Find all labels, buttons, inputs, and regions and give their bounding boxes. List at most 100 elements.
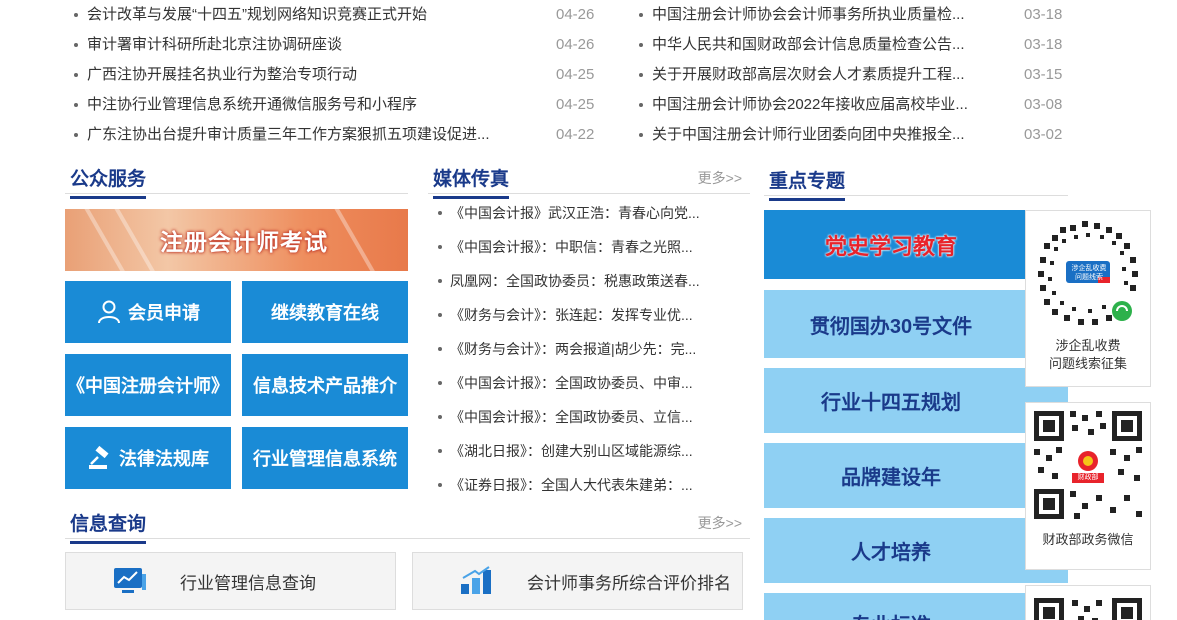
news-item[interactable]: 会计改革与发展“十四五”规划网络知识竞赛正式开始 04-26 — [70, 0, 610, 30]
bullet — [438, 347, 442, 351]
topic-label: 品牌建设年 — [841, 467, 941, 489]
user-icon — [96, 299, 122, 325]
topic-14th-plan[interactable]: 行业十四五规划 — [764, 368, 1068, 433]
top-news-right: 中国注册会计师协会会计师事务所执业质量检... 03-18 中华人民共和国财政部会… — [635, 0, 1075, 150]
media-title[interactable]: 《财务与会计》：两会报道|胡少先：完... — [450, 332, 696, 366]
banner-stripe — [332, 209, 382, 271]
section-title: 信息查询 — [70, 509, 147, 544]
member-application-button[interactable]: 会员申请 — [65, 281, 231, 343]
section-title: 公众服务 — [70, 164, 147, 199]
qr-caption: 涉企乱收费 问题线索征集 — [1026, 337, 1150, 373]
news-item[interactable]: 中国注册会计师协会2022年接收应届高校毕业... 03-08 — [635, 90, 1075, 120]
bullet — [639, 73, 643, 77]
cpa-exam-banner[interactable]: 注册会计师考试 — [65, 209, 408, 271]
news-title[interactable]: 中国注册会计师协会会计师事务所执业质量检... — [652, 0, 1012, 30]
info-query-header: 信息查询 更多>> — [65, 507, 750, 544]
qr-caption-line: 问题线索征集 — [1048, 356, 1127, 371]
gavel-icon — [87, 445, 113, 471]
news-item[interactable]: 中注协行业管理信息系统开通微信服务号和小程序 04-25 — [70, 90, 610, 120]
news-title[interactable]: 中注协行业管理信息系统开通微信服务号和小程序 — [87, 90, 537, 120]
bullet — [74, 13, 78, 17]
media-header: 媒体传真 更多>> — [428, 162, 750, 199]
industry-info-query-button[interactable]: 行业管理信息查询 — [65, 552, 396, 610]
news-item[interactable]: 中华人民共和国财政部会计信息质量检查公告... 03-18 — [635, 30, 1075, 60]
news-title[interactable]: 中华人民共和国财政部会计信息质量检查公告... — [652, 30, 1012, 60]
bullet — [639, 103, 643, 107]
media-title[interactable]: 《中国会计报》：全国政协委员、立信... — [450, 400, 693, 434]
bullet — [74, 103, 78, 107]
firm-ranking-button[interactable]: 会计师事务所综合评价排名 — [412, 552, 743, 610]
topics-header: 重点专题 — [764, 164, 1068, 201]
news-date: 03-08 — [1024, 96, 1063, 113]
news-date: 04-25 — [556, 96, 595, 113]
qr-badge-text: 涉企乱收费 问题线索 — [1067, 264, 1111, 282]
media-title[interactable]: 《证券日报》：全国人大代表朱建弟：... — [450, 468, 693, 502]
bullet — [438, 415, 442, 419]
news-title[interactable]: 审计署审计科研所赴北京注协调研座谈 — [87, 30, 537, 60]
news-item[interactable]: 关于中国注册会计师行业团委向团中央推报全... 03-02 — [635, 120, 1075, 150]
laws-database-button[interactable]: 法律法规库 — [65, 427, 231, 489]
qr-badge-text: 财政部 — [1077, 474, 1099, 481]
news-title[interactable]: 中国注册会计师协会2022年接收应届高校毕业... — [652, 90, 1012, 120]
it-products-button[interactable]: 信息技术产品推介 — [242, 354, 408, 416]
news-item[interactable]: 关于开展财政部高层次财会人才素质提升工程... 03-15 — [635, 60, 1075, 90]
qr-card-mof-wechat[interactable]: 财政部 财政部政务微信 — [1025, 402, 1151, 570]
bullet — [74, 133, 78, 137]
monitor-chart-icon — [112, 566, 148, 596]
qr-code-icon — [1034, 598, 1142, 620]
news-title[interactable]: 会计改革与发展“十四五”规划网络知识竞赛正式开始 — [87, 0, 537, 30]
bullet — [438, 381, 442, 385]
bullet — [438, 449, 442, 453]
topic-label: 行业十四五规划 — [821, 392, 961, 414]
bullet — [438, 245, 442, 249]
qr-card-fee-complaints[interactable]: 涉企乱收费 问题线索 涉企乱收费 问题线索征集 — [1025, 210, 1151, 387]
media-item[interactable]: 《财务与会计》：张连起：发挥专业优... — [438, 298, 738, 332]
news-title[interactable]: 广西注协开展挂名执业行为整治专项行动 — [87, 60, 537, 90]
news-date: 03-02 — [1024, 126, 1063, 143]
news-title[interactable]: 广东注协出台提升审计质量三年工作方案狠抓五项建设促进... — [87, 120, 537, 150]
industry-system-button[interactable]: 行业管理信息系统 — [242, 427, 408, 489]
more-link[interactable]: 更多>> — [698, 513, 742, 533]
media-item[interactable]: 《中国会计报》：全国政协委员、立信... — [438, 400, 738, 434]
media-item[interactable]: 《中国会计报》武汉正浩：青春心向党... — [438, 196, 738, 230]
button-label: 法律法规库 — [119, 449, 209, 469]
qr-card-partial[interactable] — [1025, 585, 1151, 620]
public-service-header: 公众服务 — [65, 162, 408, 199]
media-title[interactable]: 《中国会计报》：全国政协委员、中审... — [450, 366, 693, 400]
media-item[interactable]: 《中国会计报》：中职信：青春之光照... — [438, 230, 738, 264]
news-item[interactable]: 广东注协出台提升审计质量三年工作方案狠抓五项建设促进... 04-22 — [70, 120, 610, 150]
query-label: 行业管理信息查询 — [180, 573, 316, 593]
media-item[interactable]: 《财务与会计》：两会报道|胡少先：完... — [438, 332, 738, 366]
more-link[interactable]: 更多>> — [698, 168, 742, 188]
news-item[interactable]: 广西注协开展挂名执业行为整治专项行动 04-25 — [70, 60, 610, 90]
media-title[interactable]: 《湖北日报》：创建大别山区域能源综... — [450, 434, 693, 468]
news-item[interactable]: 中国注册会计师协会会计师事务所执业质量检... 03-18 — [635, 0, 1075, 30]
news-title[interactable]: 关于中国注册会计师行业团委向团中央推报全... — [652, 120, 1012, 150]
top-news-left: 会计改革与发展“十四五”规划网络知识竞赛正式开始 04-26 审计署审计科研所赴北… — [70, 0, 610, 150]
media-item[interactable]: 凤凰网：全国政协委员：税惠政策送春... — [438, 264, 738, 298]
topic-party-history[interactable]: 党史学习教育 — [764, 210, 1068, 279]
topic-talent[interactable]: 人才培养 — [764, 518, 1068, 583]
button-label: 《中国注册会计师》 — [67, 376, 229, 396]
bullet — [74, 43, 78, 47]
media-item[interactable]: 《湖北日报》：创建大别山区域能源综... — [438, 434, 738, 468]
media-title[interactable]: 《中国会计报》：中职信：青春之光照... — [450, 230, 693, 264]
media-item[interactable]: 《证券日报》：全国人大代表朱建弟：... — [438, 468, 738, 502]
topic-document-30[interactable]: 贯彻国办30号文件 — [764, 290, 1068, 358]
button-label: 会员申请 — [128, 303, 200, 323]
topic-brand-year[interactable]: 品牌建设年 — [764, 443, 1068, 508]
button-label: 行业管理信息系统 — [253, 449, 397, 469]
media-title[interactable]: 《中国会计报》武汉正浩：青春心向党... — [450, 196, 700, 230]
section-title: 重点专题 — [769, 166, 846, 201]
topic-professional-standards[interactable]: 专业标准 — [764, 593, 1068, 620]
continuing-education-button[interactable]: 继续教育在线 — [242, 281, 408, 343]
button-label: 继续教育在线 — [271, 303, 379, 323]
cpa-journal-button[interactable]: 《中国注册会计师》 — [65, 354, 231, 416]
news-date: 04-26 — [556, 36, 595, 53]
news-item[interactable]: 审计署审计科研所赴北京注协调研座谈 04-26 — [70, 30, 610, 60]
news-title[interactable]: 关于开展财政部高层次财会人才素质提升工程... — [652, 60, 1012, 90]
media-title[interactable]: 凤凰网：全国政协委员：税惠政策送春... — [450, 264, 700, 298]
media-item[interactable]: 《中国会计报》：全国政协委员、中审... — [438, 366, 738, 400]
bullet — [438, 211, 442, 215]
media-title[interactable]: 《财务与会计》：张连起：发挥专业优... — [450, 298, 693, 332]
